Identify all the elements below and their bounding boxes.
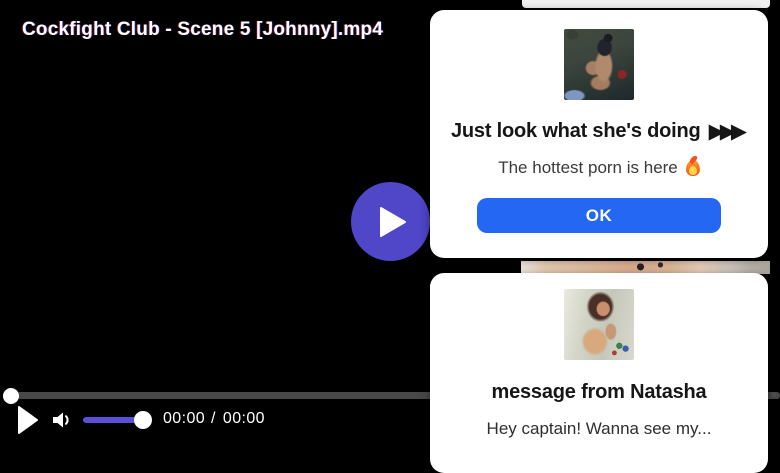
time-separator: / <box>211 410 216 427</box>
message-heading: message from Natasha <box>491 381 707 403</box>
player-controls: 00:00 / 00:00 <box>0 400 430 441</box>
message-text: Hey captain! Wanna see my... <box>486 419 712 438</box>
current-time: 00:00 <box>163 410 206 427</box>
ok-button[interactable]: OK <box>477 198 721 233</box>
volume-thumb[interactable] <box>134 411 152 429</box>
ad-heading: Just look what she's doing ▶▶▶ <box>451 120 747 143</box>
ad-subtext: The hottest porn is here <box>498 158 700 178</box>
big-play-button[interactable] <box>351 182 430 261</box>
ad-heading-text: Just look what she's doing <box>450 120 701 142</box>
play-button[interactable] <box>18 406 38 434</box>
ad-subtext-text: The hottest porn is here <box>498 158 678 177</box>
popup-ad-card: Just look what she's doing ▶▶▶ The hotte… <box>430 10 768 258</box>
speaker-icon <box>53 412 69 428</box>
message-thumbnail-natasha[interactable] <box>564 289 634 360</box>
background-card-edge <box>522 0 770 8</box>
time-display: 00:00 / 00:00 <box>163 410 265 428</box>
ad-thumbnail-couple[interactable] <box>564 29 634 100</box>
popup-message-card: message from Natasha Hey captain! Wanna … <box>430 273 768 473</box>
play-icon <box>380 206 406 237</box>
play-icon <box>18 406 38 434</box>
volume-slider[interactable] <box>83 411 152 429</box>
volume-icon[interactable] <box>50 407 74 433</box>
video-title: Cockfight Club - Scene 5 [Johnny].mp4 <box>22 19 384 40</box>
scroll-dot <box>771 392 776 397</box>
triple-play-arrows-icon: ▶▶▶ <box>708 119 748 143</box>
fire-icon <box>685 160 700 176</box>
duration: 00:00 <box>222 410 265 427</box>
